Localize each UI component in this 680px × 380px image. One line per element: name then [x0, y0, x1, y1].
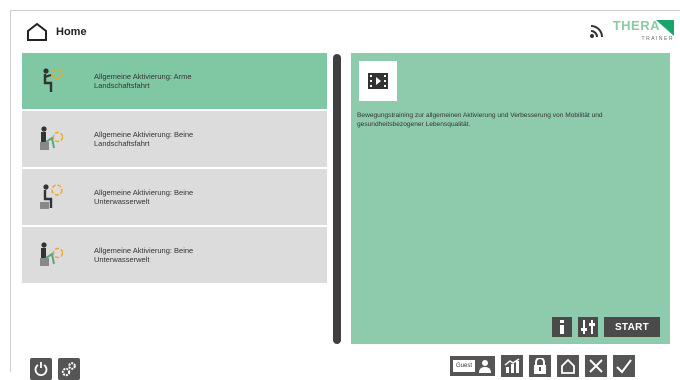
power-icon — [34, 362, 48, 376]
chart-icon — [504, 358, 520, 373]
user-button[interactable]: Guest — [450, 356, 496, 376]
lock-icon — [534, 358, 547, 374]
home-button[interactable] — [557, 355, 580, 377]
leg-exercise-icon — [22, 182, 82, 212]
header: Home — [26, 20, 87, 44]
brand-subtitle: TRAINER — [641, 36, 674, 42]
program-list: Allgemeine Aktivierung: Arme Landschaftsf… — [22, 53, 327, 285]
video-button[interactable] — [359, 61, 397, 101]
program-item[interactable]: Allgemeine Aktivierung: Beine Unterwasser… — [22, 169, 327, 225]
confirm-button[interactable] — [613, 355, 636, 377]
program-label: Allgemeine Aktivierung: Beine Landschafts… — [94, 130, 194, 148]
brand-name: THERA — [612, 18, 660, 33]
statistics-button[interactable] — [501, 355, 524, 377]
page-title: Home — [56, 26, 87, 38]
close-icon — [589, 359, 603, 373]
brand-triangle — [656, 20, 674, 36]
program-item[interactable]: Allgemeine Aktivierung: Arme Landschaftsf… — [22, 53, 327, 109]
user-label: Guest — [453, 360, 476, 372]
leg-exercise-icon — [22, 124, 82, 154]
program-item[interactable]: Allgemeine Aktivierung: Beine Unterwasser… — [22, 227, 327, 283]
sliders-icon — [581, 320, 595, 334]
film-icon — [368, 73, 388, 89]
program-label: Allgemeine Aktivierung: Arme Landschaftsf… — [94, 72, 192, 90]
info-icon — [560, 320, 564, 334]
program-label: Allgemeine Aktivierung: Beine Unterwasser… — [94, 246, 194, 264]
brand-logo: THERA TRAINER — [612, 18, 674, 42]
footer-right: Guest — [450, 355, 636, 377]
footer-left — [30, 358, 80, 380]
brand: THERA TRAINER — [589, 18, 674, 42]
program-item[interactable]: Allgemeine Aktivierung: Beine Landschafts… — [22, 111, 327, 167]
user-icon — [479, 360, 492, 373]
info-button[interactable] — [552, 317, 572, 337]
start-button[interactable]: START — [604, 317, 660, 337]
power-button[interactable] — [30, 358, 52, 380]
wifi-icon — [589, 25, 603, 38]
program-description: Bewegungstraining zur allgemeinen Aktivi… — [357, 112, 603, 128]
leg-exercise-icon — [22, 240, 82, 270]
home-icon — [561, 358, 575, 374]
check-icon — [616, 359, 632, 374]
lock-button[interactable] — [529, 355, 552, 377]
gears-icon — [61, 362, 76, 377]
program-detail-panel: Bewegungstraining zur allgemeinen Aktivi… — [351, 53, 670, 344]
system-settings-button[interactable] — [58, 358, 80, 380]
cancel-button[interactable] — [585, 355, 608, 377]
list-scrollbar[interactable] — [333, 54, 341, 344]
program-label: Allgemeine Aktivierung: Beine Unterwasser… — [94, 188, 194, 206]
arm-exercise-icon — [22, 66, 82, 96]
home-icon[interactable] — [26, 22, 48, 42]
settings-button[interactable] — [578, 317, 598, 337]
